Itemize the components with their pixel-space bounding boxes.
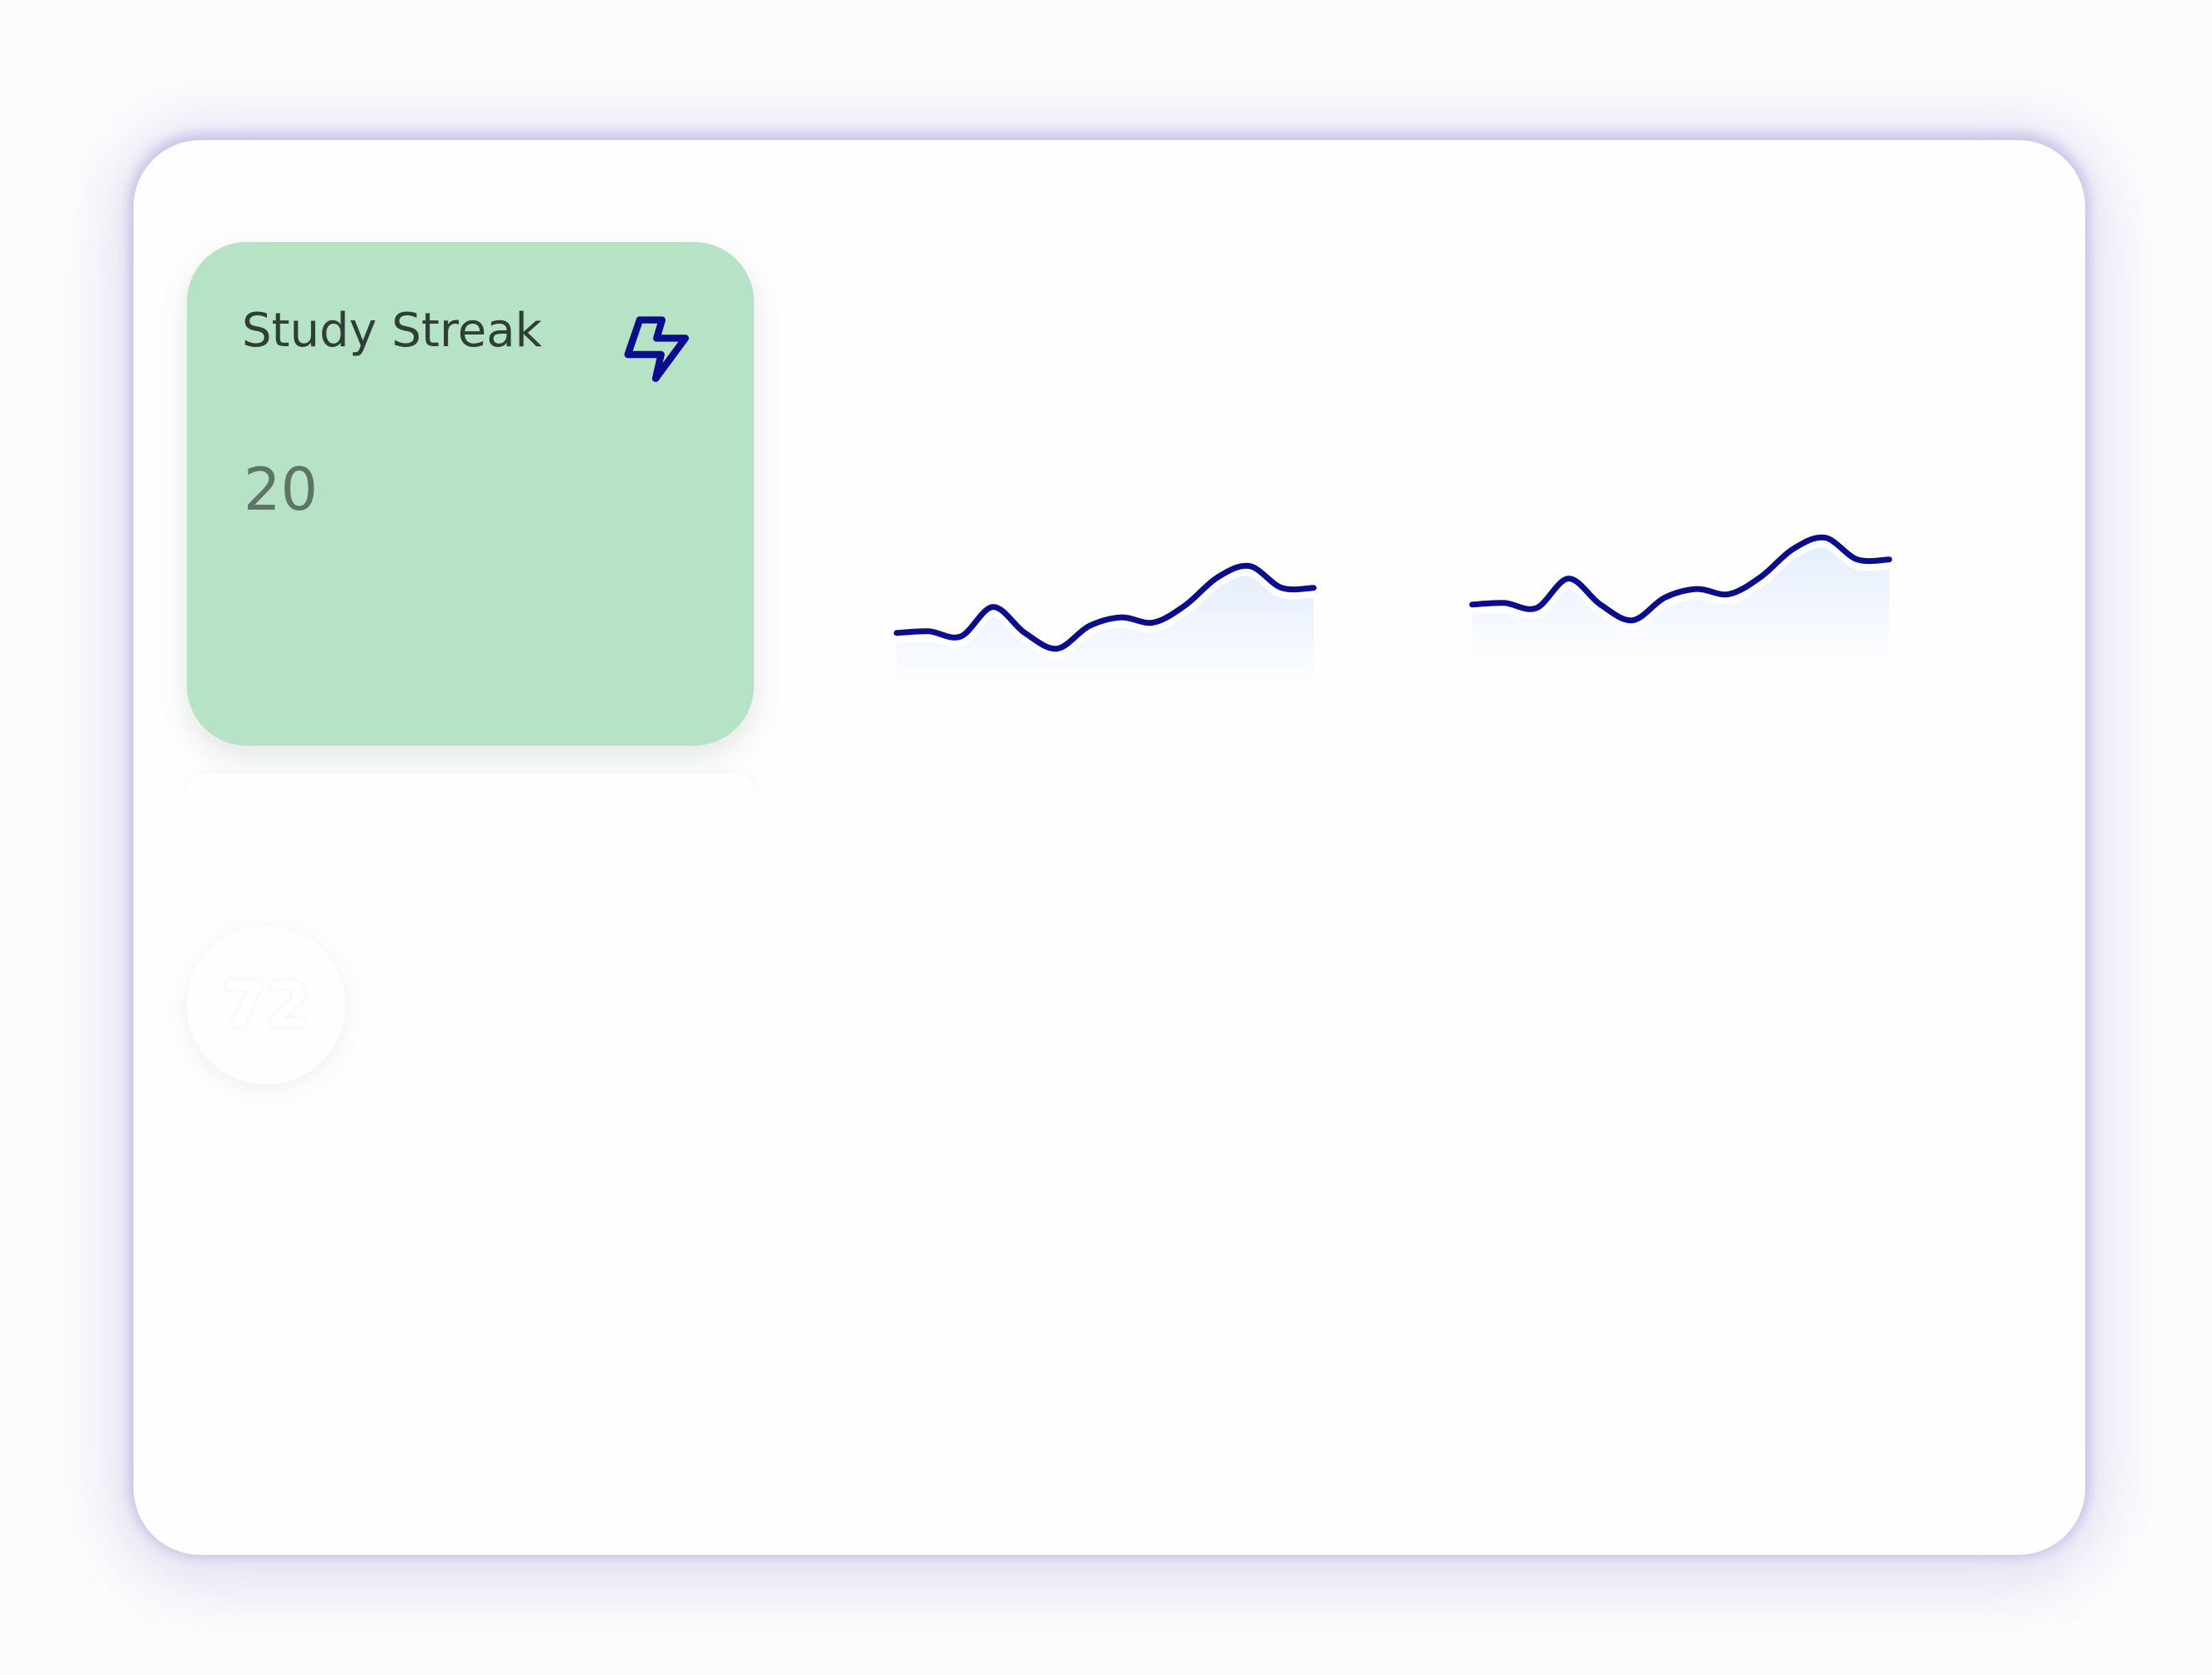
- sparkline-chart-1: [891, 562, 1320, 691]
- dashboard-panel: Study Streak 20 72: [133, 140, 2085, 1555]
- stat-card-study-streak[interactable]: Study Streak 20: [187, 242, 754, 746]
- stat-card-value: 20: [244, 455, 319, 524]
- score-badge: 72: [187, 926, 345, 1084]
- stat-card-title: Study Streak: [242, 304, 542, 358]
- sparkline-chart-2: [1466, 534, 1895, 662]
- lightning-icon: [619, 312, 696, 389]
- stat-card-placeholder: [187, 774, 754, 807]
- score-badge-value: 72: [222, 968, 310, 1042]
